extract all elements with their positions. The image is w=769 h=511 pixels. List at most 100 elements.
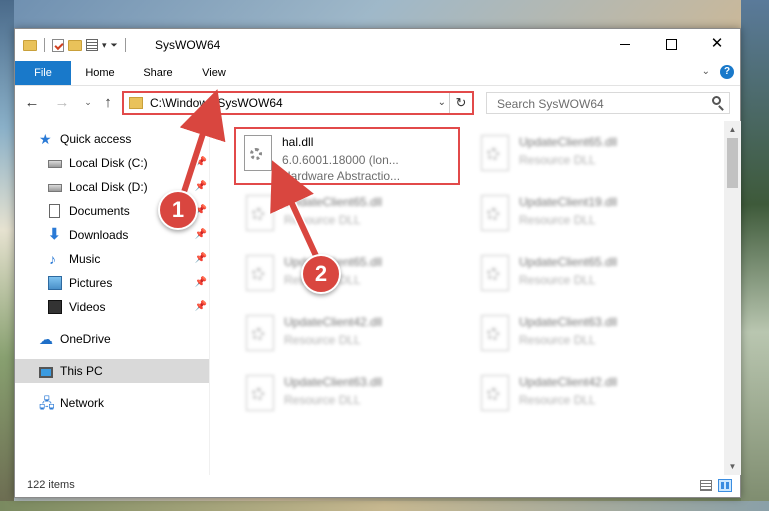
close-button[interactable]: ✕: [694, 29, 740, 59]
address-bar[interactable]: C:\Windows\SysWOW64 ⌄ ↻: [122, 91, 474, 115]
new-folder-icon[interactable]: [68, 39, 82, 51]
toolbar-divider: [124, 38, 126, 52]
file-type: Resource DLL: [284, 333, 361, 347]
sidebar-item-label: Videos: [69, 300, 106, 314]
ribbon-tabs: File Home Share View ⌄ ?: [15, 61, 740, 86]
file-item[interactable]: UpdateClient65.dll Resource DLL: [236, 247, 462, 303]
back-arrow-icon[interactable]: ←: [23, 94, 41, 111]
sidebar-item-label: This PC: [60, 364, 103, 378]
search-input[interactable]: [495, 95, 699, 113]
minimize-button[interactable]: [602, 29, 648, 59]
help-icon[interactable]: ?: [720, 65, 734, 79]
step-badge-2: 2: [301, 254, 341, 294]
file-type: Resource DLL: [519, 273, 596, 287]
sidebar-item-videos[interactable]: Videos 📌: [15, 295, 209, 319]
navigation-bar: ← → ⌄ ↑ C:\Windows\SysWOW64 ⌄ ↻: [15, 86, 740, 120]
sidebar-item-label: Quick access: [60, 132, 132, 146]
file-version: 6.0.6001.18000 (lon...: [282, 153, 399, 167]
customize-toolbar-dropdown-icon[interactable]: ▾: [102, 40, 107, 51]
folder-icon: [23, 39, 37, 51]
tiles-view-icon[interactable]: [718, 479, 732, 492]
properties-check-icon[interactable]: [52, 38, 64, 52]
file-description: Hardware Abstractio...: [282, 169, 401, 183]
onedrive-icon: ☁: [39, 331, 53, 347]
tab-view[interactable]: View: [191, 61, 237, 85]
tab-home[interactable]: Home: [75, 61, 125, 85]
file-item[interactable]: UpdateClient65.dll Resource DLL: [471, 127, 697, 183]
tab-share[interactable]: Share: [133, 61, 183, 85]
recent-locations-chevron-icon[interactable]: ⌄: [79, 97, 97, 108]
search-icon[interactable]: [712, 96, 721, 105]
status-bar: 122 items: [15, 475, 740, 497]
file-type: Resource DLL: [519, 213, 596, 227]
address-path[interactable]: C:\Windows\SysWOW64: [150, 96, 283, 110]
file-name: UpdateClient65.dll: [519, 135, 618, 149]
sidebar-item-music[interactable]: ♪ Music 📌: [15, 247, 209, 271]
file-name: UpdateClient19.dll: [519, 195, 618, 209]
sidebar-item-label: OneDrive: [60, 332, 111, 346]
dll-file-icon: [481, 135, 509, 171]
file-item[interactable]: UpdateClient65.dll Resource DLL: [471, 247, 697, 303]
scroll-thumb[interactable]: [727, 138, 738, 188]
sidebar-item-label: Music: [69, 252, 101, 266]
expand-ribbon-chevron-icon[interactable]: ⌄: [702, 66, 710, 77]
pin-icon[interactable]: 📌: [195, 223, 207, 247]
file-item[interactable]: UpdateClient63.dll Resource DLL: [471, 307, 697, 363]
sidebar-item-local-disk-c[interactable]: Local Disk (C:) 📌: [15, 151, 209, 175]
scroll-up-arrow-icon[interactable]: ▲: [724, 121, 741, 138]
file-item[interactable]: UpdateClient65.dll Resource DLL: [236, 187, 462, 243]
pane-divider[interactable]: [209, 121, 210, 475]
dll-file-icon: [481, 375, 509, 411]
toolbar-divider: [44, 38, 45, 52]
pin-icon[interactable]: 📌: [195, 271, 207, 295]
properties-icon[interactable]: [86, 39, 98, 51]
file-item[interactable]: UpdateClient19.dll Resource DLL: [471, 187, 697, 243]
desktop-background-left: [0, 0, 14, 511]
file-name: UpdateClient63.dll: [284, 375, 383, 389]
sidebar-item-quick-access[interactable]: ★ Quick access: [15, 127, 209, 151]
up-arrow-icon[interactable]: ↑: [99, 94, 117, 111]
minimize-icon: [620, 43, 630, 45]
file-item[interactable]: UpdateClient42.dll Resource DLL: [236, 307, 462, 363]
pictures-icon: [48, 276, 62, 290]
step-badge-1: 1: [158, 190, 198, 230]
sidebar-item-onedrive[interactable]: ☁ OneDrive: [15, 327, 209, 351]
sidebar-item-network[interactable]: 🖧 Network: [15, 391, 209, 415]
file-name: UpdateClient42.dll: [284, 315, 383, 329]
address-dropdown-icon[interactable]: ⌄: [438, 97, 446, 108]
file-name: UpdateClient65.dll: [519, 255, 618, 269]
dll-file-icon: [481, 315, 509, 351]
details-view-icon[interactable]: [700, 480, 712, 491]
pin-icon[interactable]: 📌: [195, 175, 207, 199]
file-name: UpdateClient65.dll: [284, 195, 383, 209]
sidebar-item-this-pc[interactable]: This PC: [15, 359, 209, 383]
desktop-background-right: [741, 0, 769, 511]
dll-file-icon: [246, 375, 274, 411]
pin-icon[interactable]: 📌: [195, 247, 207, 271]
forward-arrow-icon[interactable]: →: [53, 94, 71, 111]
star-icon: ★: [39, 131, 52, 147]
quick-access-toolbar: ▾ ⏷: [23, 37, 129, 53]
file-type: Resource DLL: [519, 153, 596, 167]
maximize-button[interactable]: [648, 29, 694, 59]
documents-icon: [49, 204, 60, 218]
file-item[interactable]: UpdateClient42.dll Resource DLL: [471, 367, 697, 423]
qat-menu-icon[interactable]: ⏷: [111, 40, 118, 51]
dll-file-icon: [246, 315, 274, 351]
file-type: Resource DLL: [519, 393, 596, 407]
file-item-hal-dll[interactable]: hal.dll 6.0.6001.18000 (lon... Hardware …: [234, 127, 460, 185]
refresh-icon[interactable]: ↻: [449, 93, 472, 113]
tab-file[interactable]: File: [15, 61, 71, 85]
vertical-scrollbar[interactable]: ▲ ▼: [724, 121, 741, 475]
pin-icon[interactable]: 📌: [195, 151, 207, 175]
file-type: Resource DLL: [284, 213, 361, 227]
search-box[interactable]: [486, 92, 730, 114]
dll-file-icon: [481, 255, 509, 291]
sidebar-item-pictures[interactable]: Pictures 📌: [15, 271, 209, 295]
file-item[interactable]: UpdateClient63.dll Resource DLL: [236, 367, 462, 423]
file-type: Resource DLL: [284, 393, 361, 407]
videos-icon: [48, 300, 62, 314]
sidebar-item-label: Network: [60, 396, 105, 410]
pin-icon[interactable]: 📌: [195, 295, 207, 319]
scroll-down-arrow-icon[interactable]: ▼: [724, 458, 741, 475]
